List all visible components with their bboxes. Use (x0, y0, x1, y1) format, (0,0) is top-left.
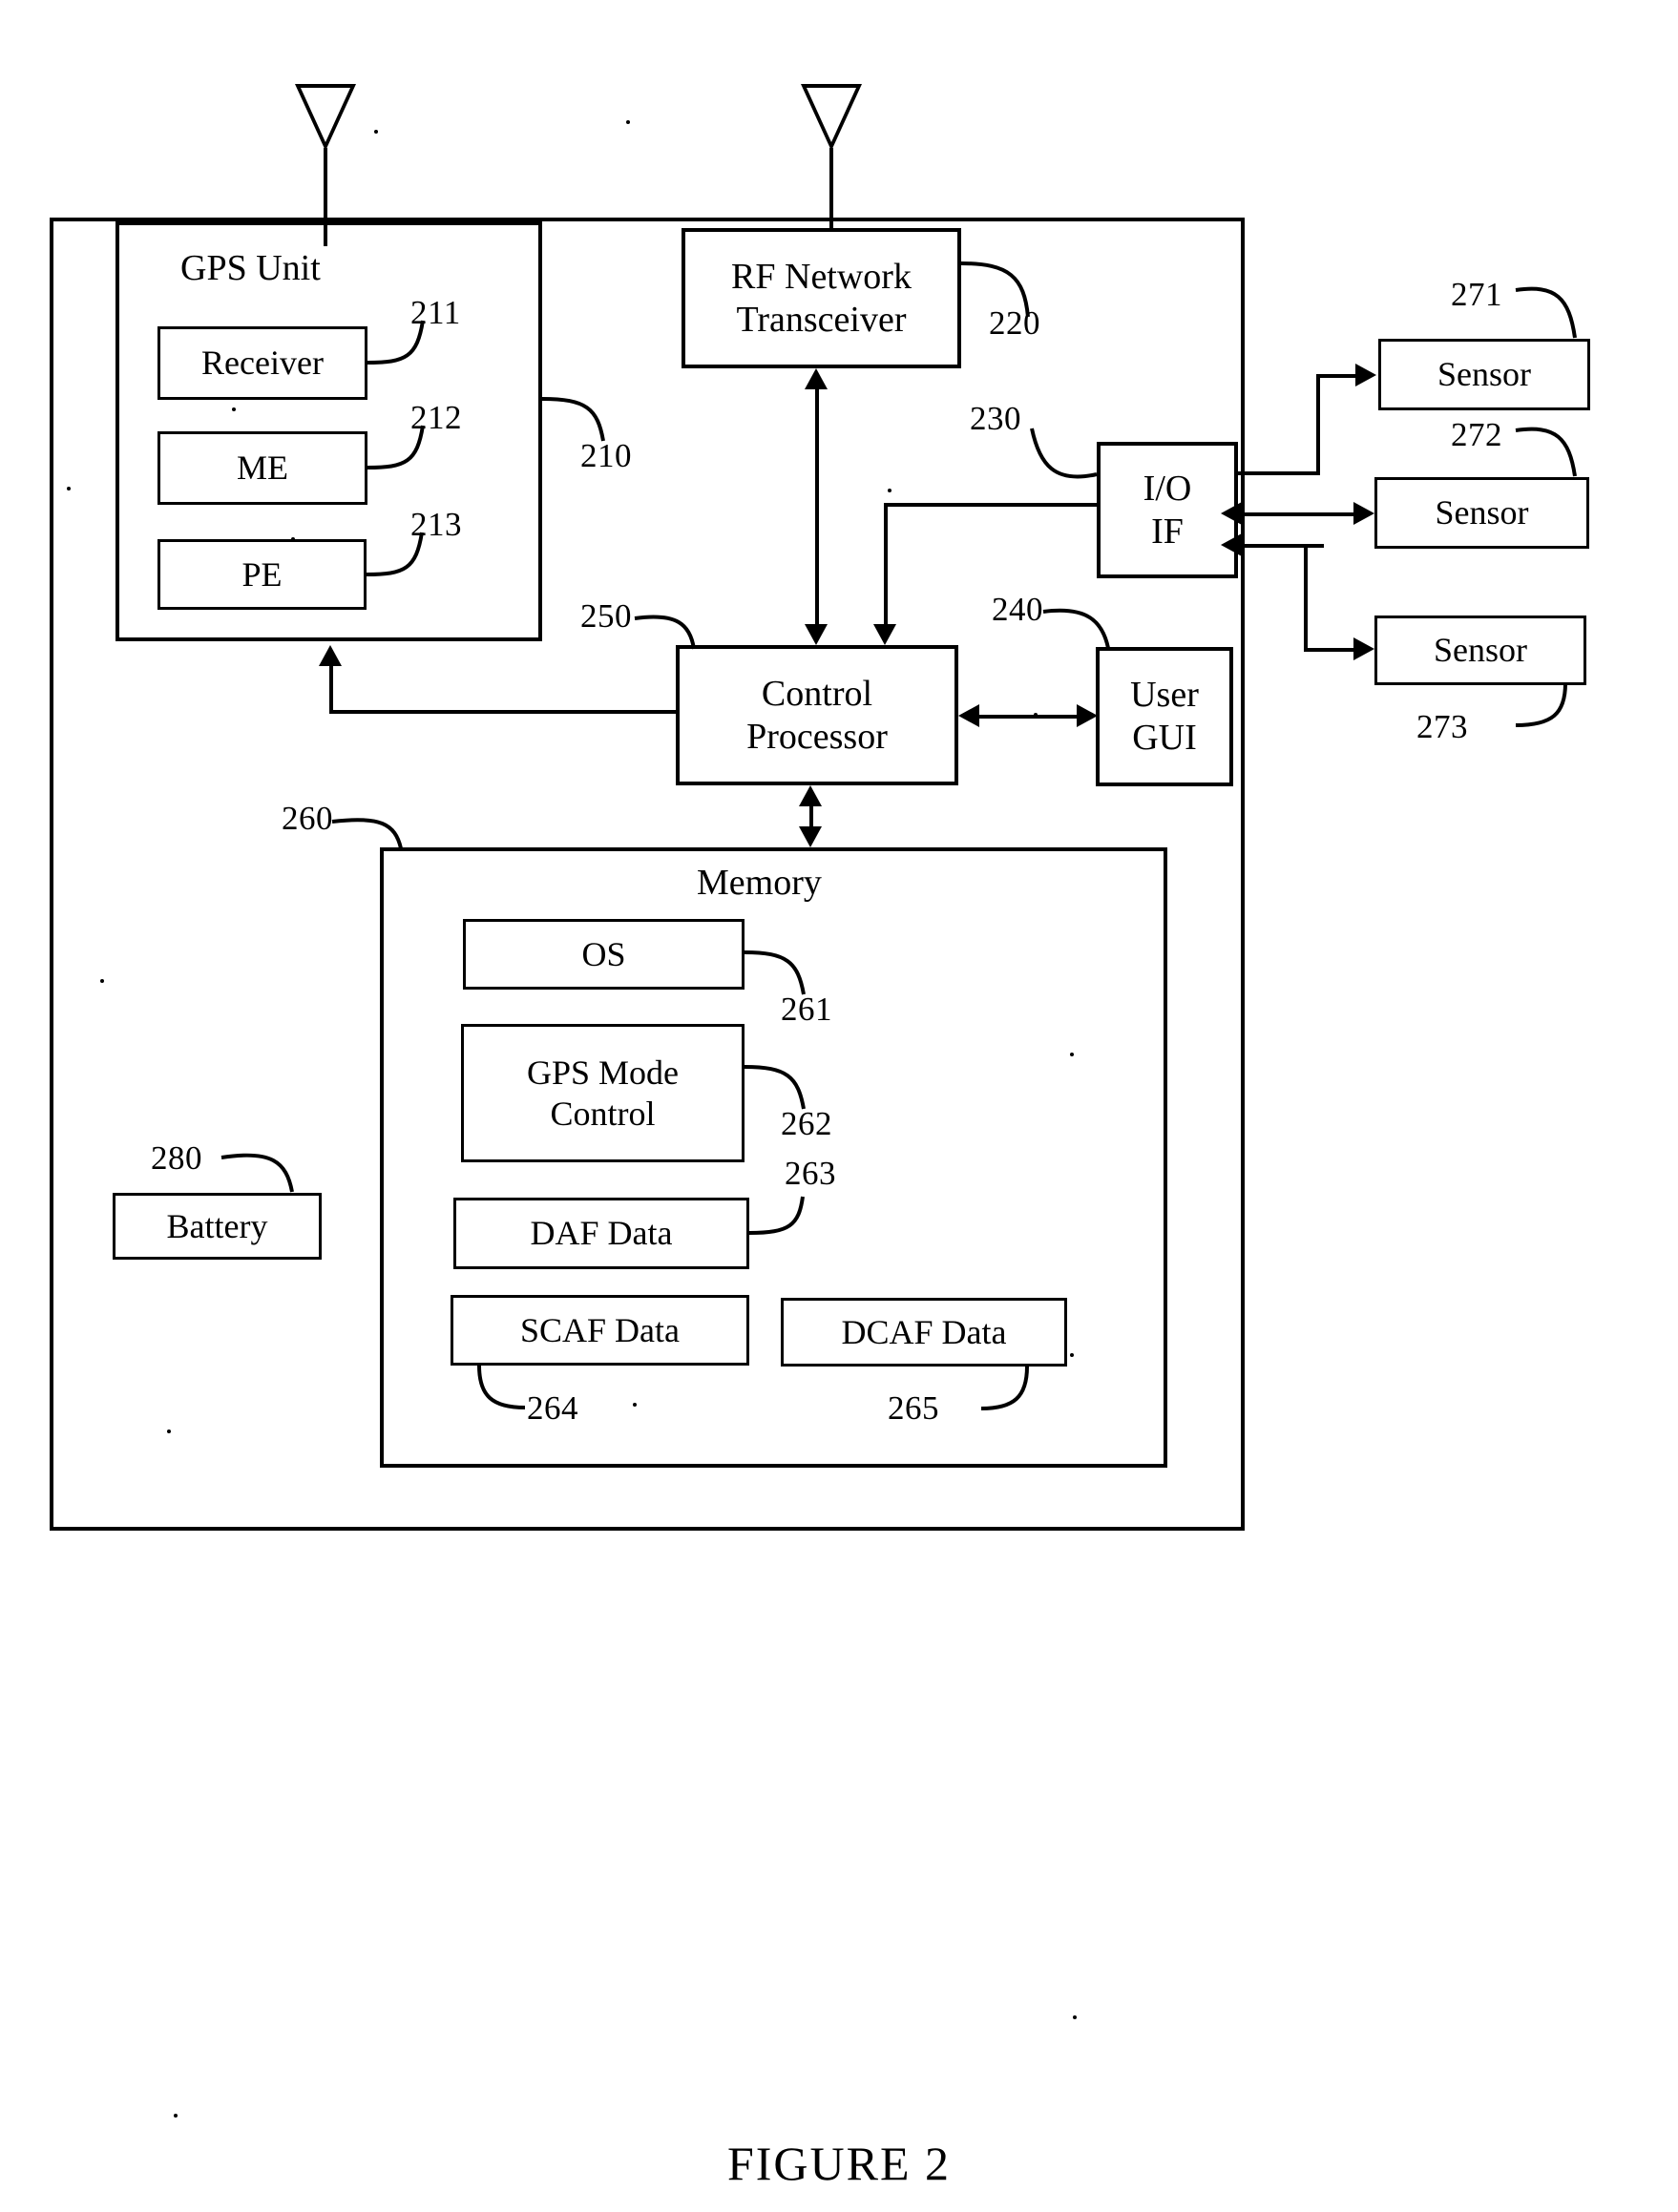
battery-label: Battery (166, 1206, 268, 1245)
me-label: ME (237, 449, 288, 488)
leader-250 (634, 611, 740, 678)
figure-page: GPS Unit Receiver ME PE 211 212 213 210 … (0, 0, 1678, 2212)
sensor-3-box: Sensor (1374, 616, 1586, 685)
figure-caption: FIGURE 2 (726, 2137, 952, 2190)
ref-260: 260 (282, 800, 333, 837)
sensor-1-label: Sensor (1437, 355, 1531, 394)
ref-273: 273 (1416, 708, 1468, 745)
io-if-box: I/O IF (1097, 442, 1238, 578)
scan-speck (67, 487, 71, 490)
scan-speck (174, 2114, 178, 2118)
daf-data-box: DAF Data (453, 1198, 749, 1269)
scan-speck (1073, 2015, 1077, 2019)
scan-speck (100, 979, 104, 983)
dcaf-data-box: DCAF Data (781, 1298, 1067, 1367)
user-gui-label: User GUI (1130, 675, 1199, 758)
leader-240 (1042, 604, 1148, 671)
ref-213: 213 (410, 506, 462, 543)
leader-260 (331, 814, 447, 871)
ref-264: 264 (527, 1389, 578, 1427)
ref-210: 210 (580, 437, 632, 474)
scan-speck (291, 537, 295, 541)
leader-271 (1515, 284, 1602, 351)
scan-speck (633, 1403, 637, 1407)
ref-265: 265 (888, 1389, 939, 1427)
scan-speck (167, 1429, 171, 1433)
gps-unit-label: GPS Unit (180, 248, 321, 288)
leader-265 (974, 1366, 1059, 1424)
receiver-box: Receiver (157, 326, 367, 400)
ref-240: 240 (992, 591, 1043, 628)
os-label: OS (581, 934, 626, 973)
daf-data-label: DAF Data (530, 1214, 673, 1253)
leader-272 (1515, 425, 1602, 491)
dcaf-data-label: DCAF Data (841, 1312, 1007, 1351)
scan-speck (626, 120, 630, 124)
os-box: OS (463, 919, 745, 990)
pe-box: PE (157, 539, 367, 610)
rf-network-transceiver-label: RF Network Transceiver (731, 256, 912, 340)
ref-280: 280 (151, 1139, 202, 1177)
ref-250: 250 (580, 597, 632, 635)
ref-220: 220 (989, 304, 1040, 342)
ref-230: 230 (970, 400, 1021, 437)
scan-speck (1034, 713, 1038, 717)
gps-mode-control-label: GPS Mode Control (526, 1054, 680, 1133)
ref-272: 272 (1451, 416, 1502, 453)
me-box: ME (157, 431, 367, 505)
io-if-label: I/O IF (1143, 468, 1192, 552)
ref-261: 261 (781, 991, 832, 1028)
ref-271: 271 (1451, 276, 1502, 313)
leader-263 (748, 1191, 835, 1248)
scaf-data-box: SCAF Data (451, 1295, 749, 1366)
scan-speck (1070, 1053, 1074, 1056)
pe-label: PE (241, 554, 283, 594)
receiver-label: Receiver (201, 344, 324, 383)
scan-speck (232, 407, 236, 411)
scaf-data-label: SCAF Data (519, 1310, 680, 1349)
memory-label: Memory (697, 863, 822, 903)
sensor-2-label: Sensor (1435, 493, 1529, 532)
ref-211: 211 (410, 294, 461, 331)
leader-273 (1502, 682, 1598, 741)
sensor-3-label: Sensor (1434, 631, 1527, 670)
rf-network-transceiver-box: RF Network Transceiver (682, 228, 961, 368)
control-processor-label: Control Processor (746, 673, 888, 757)
scan-speck (374, 130, 378, 134)
ref-212: 212 (410, 399, 462, 436)
ref-263: 263 (785, 1155, 836, 1192)
leader-280 (220, 1150, 326, 1207)
scan-speck (888, 489, 891, 492)
ref-262: 262 (781, 1105, 832, 1142)
gps-mode-control-box: GPS Mode Control (461, 1024, 745, 1162)
scan-speck (1070, 1353, 1074, 1357)
